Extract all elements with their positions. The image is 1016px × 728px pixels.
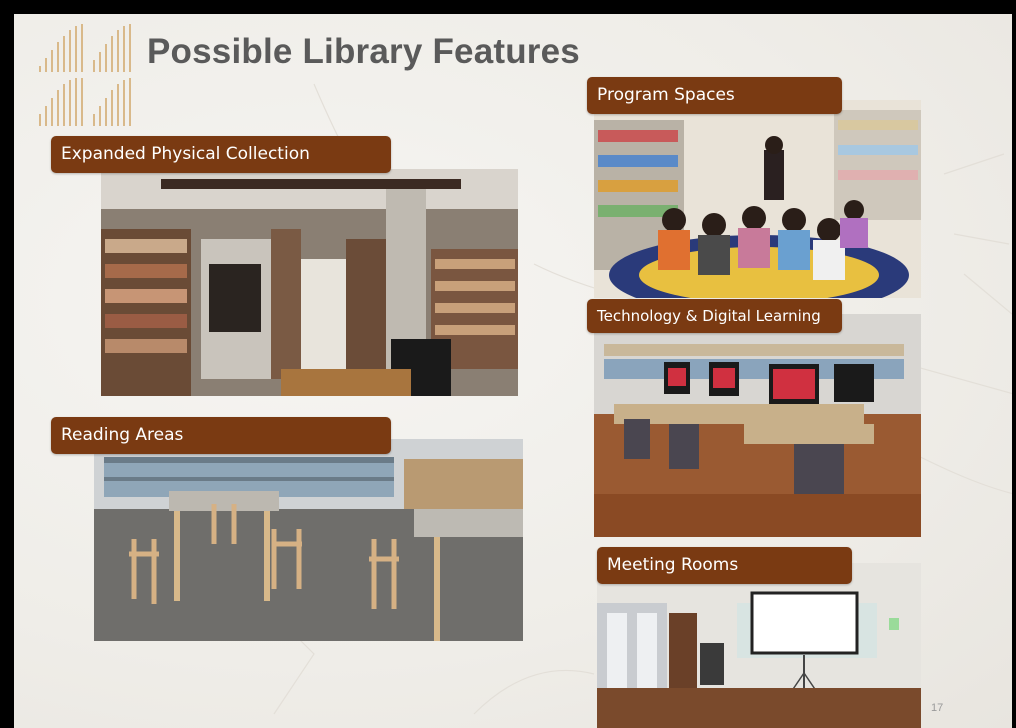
collection-photo (101, 169, 518, 396)
meeting-label: Meeting Rooms (597, 547, 852, 584)
collection-label: Expanded Physical Collection (51, 136, 391, 173)
slide-frame: Possible Library Features Expanded Physi… (0, 0, 1016, 728)
program-label: Program Spaces (587, 77, 842, 114)
library-logo-icon (39, 24, 131, 126)
reading-label: Reading Areas (51, 417, 391, 454)
program-photo (594, 100, 921, 298)
reading-photo (94, 439, 523, 641)
slide-title: Possible Library Features (147, 32, 580, 71)
technology-label: Technology & Digital Learning (587, 299, 842, 333)
slide: Possible Library Features Expanded Physi… (14, 14, 1012, 728)
meeting-photo (597, 563, 921, 728)
technology-photo (594, 314, 921, 537)
page-number: 17 (931, 702, 944, 714)
